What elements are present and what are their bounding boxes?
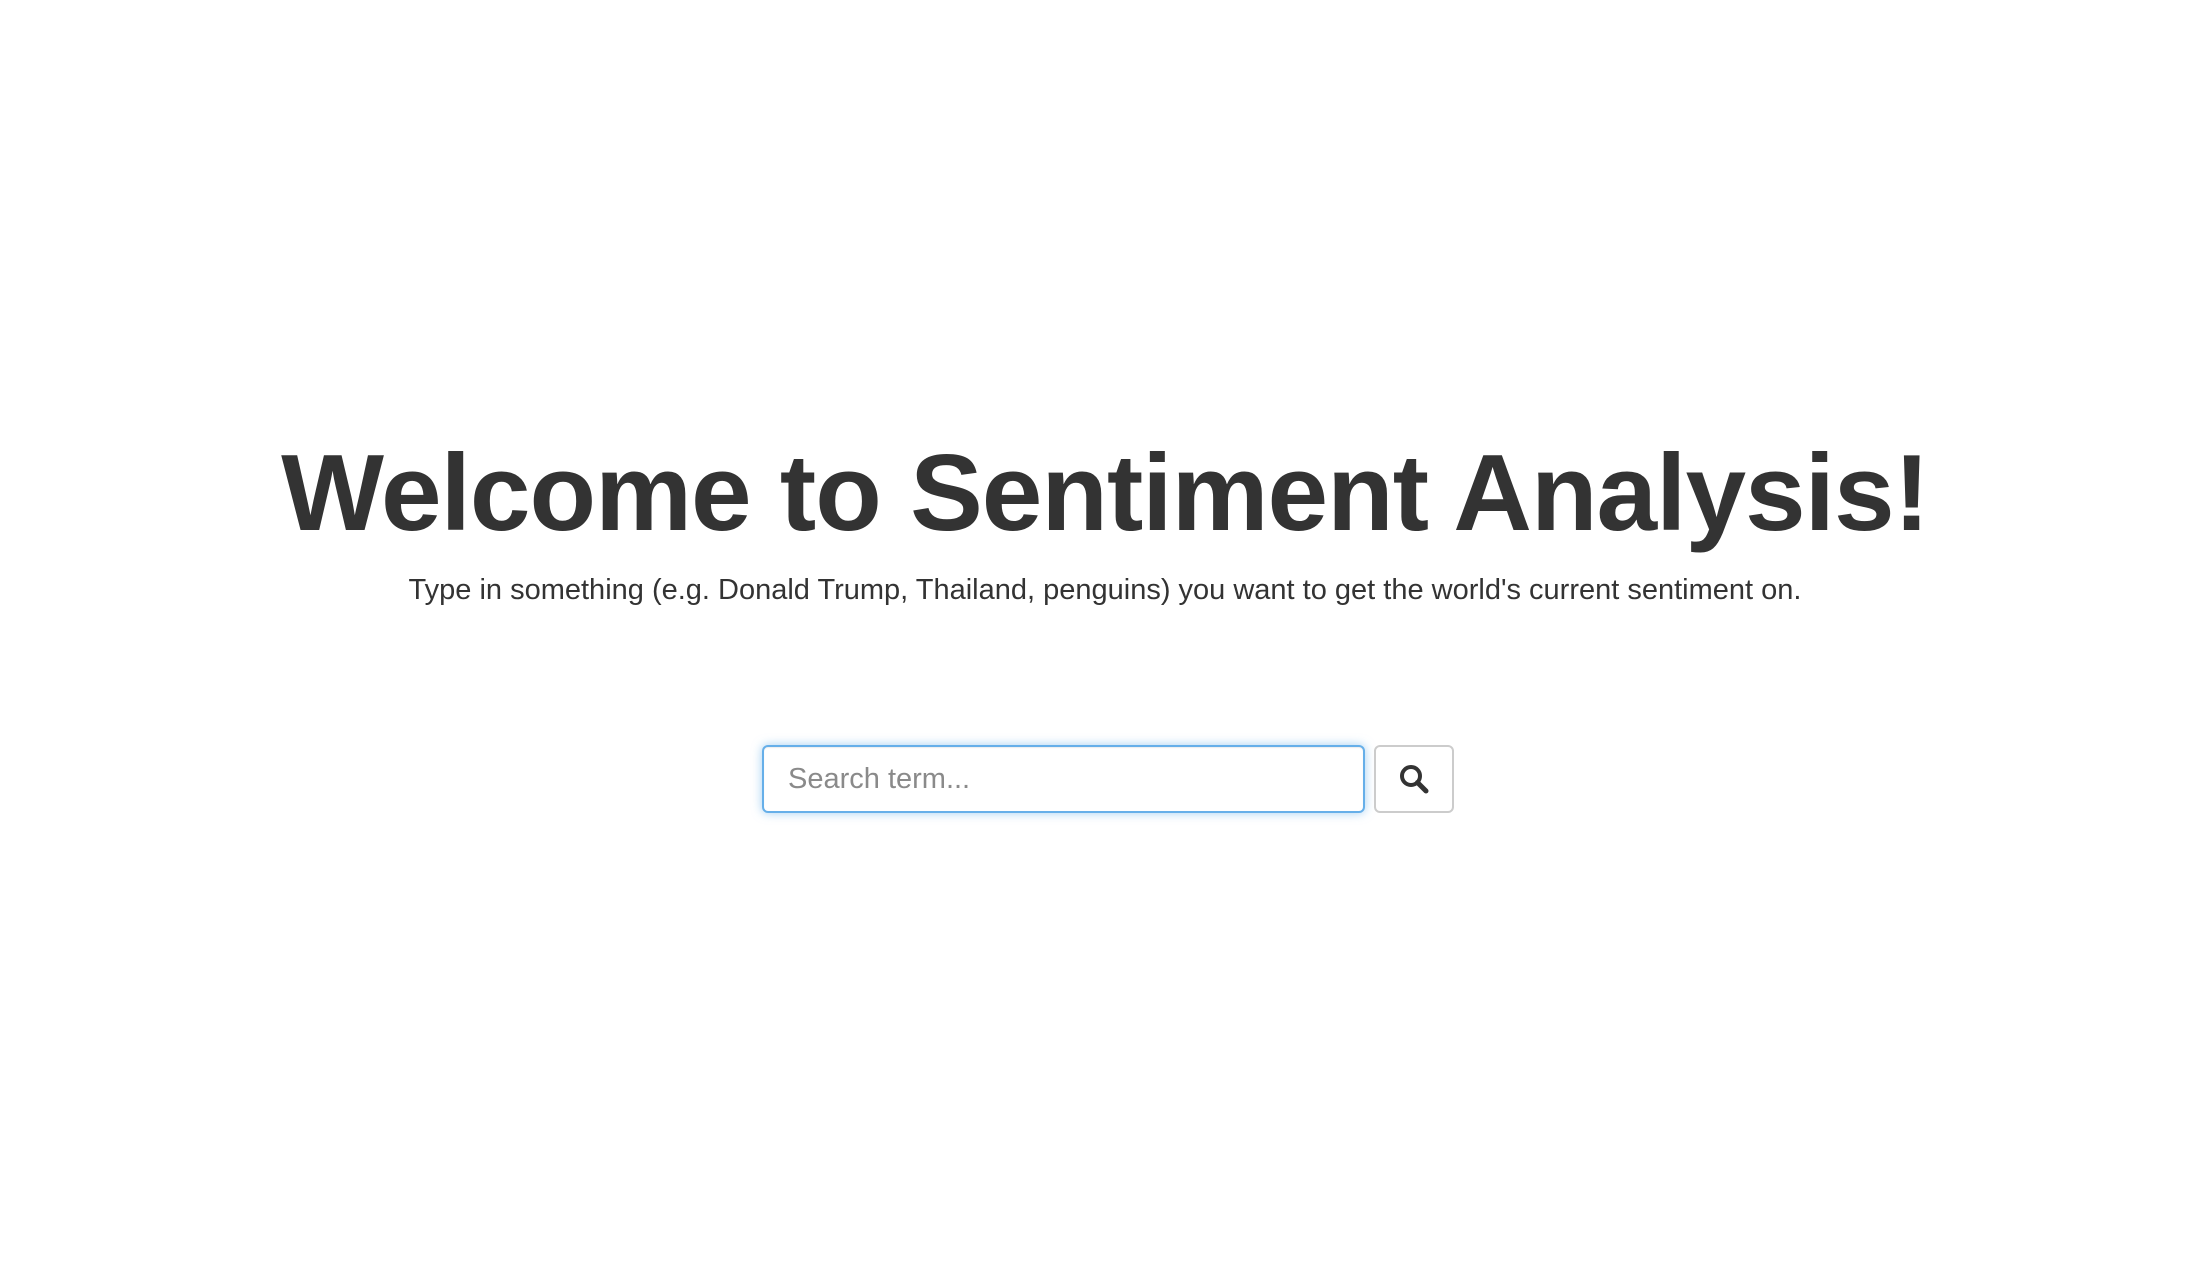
search-form <box>762 745 1454 813</box>
search-button[interactable] <box>1374 745 1454 813</box>
search-icon <box>1399 764 1429 794</box>
page-title: Welcome to Sentiment Analysis! <box>281 432 1930 554</box>
page-subtitle: Type in something (e.g. Donald Trump, Th… <box>408 574 1802 606</box>
search-input[interactable] <box>762 745 1365 813</box>
